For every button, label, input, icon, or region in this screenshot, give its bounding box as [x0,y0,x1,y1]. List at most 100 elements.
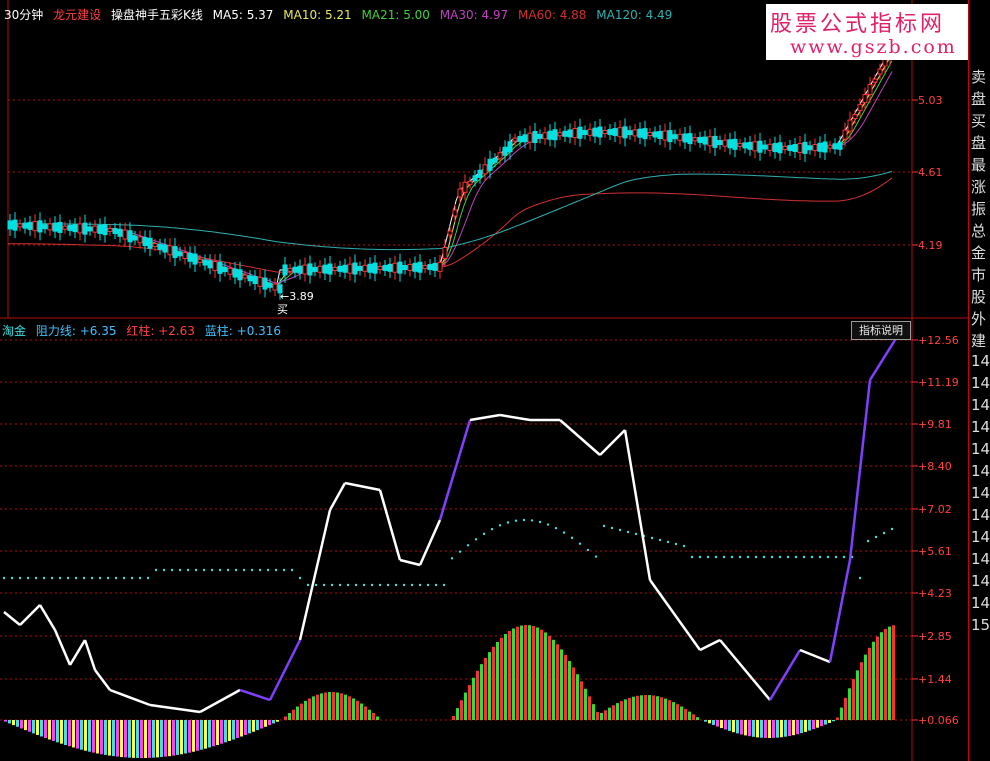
candle-body [527,132,533,143]
resistance-dot [538,520,542,524]
histogram-bar [304,700,307,720]
resistance-dot [250,568,254,572]
resistance-dot [18,576,22,580]
resistance-dot [546,523,550,526]
candle-body [592,127,598,137]
histogram-bar [344,694,347,720]
candle-body [682,133,688,143]
candle-body [317,265,323,273]
histogram-bar [484,657,487,720]
chart-canvas[interactable]: 5.03 4.61 4.19 +12.56 +11.19 +9.81 +8.40 +7.02 +… [0,0,990,761]
candle-body [477,169,483,178]
side-panel-label: 外 [971,310,987,328]
resistance-dot [754,555,758,559]
indicator-main-line [599,429,626,456]
indicator-title[interactable]: 淘金 [2,324,26,338]
resistance-dot [162,568,166,572]
resistance-dot [442,583,446,587]
candle-body [42,224,48,230]
candle-body [792,143,798,152]
histogram-bar [8,720,11,724]
indicator-main-line [3,611,21,626]
side-panel-label: 盘 [971,134,987,152]
histogram-bar [776,720,779,738]
candle-body [787,144,793,151]
histogram-bar [492,646,495,720]
histogram-bar [320,693,323,720]
histogram-bar [244,720,247,735]
histogram-bar [316,694,319,720]
histogram-bar [224,720,227,743]
indicator-tick-label: +11.19 [918,376,959,389]
histogram-bar [744,720,747,736]
candle-body [352,262,358,275]
resistance-dot [778,555,782,559]
candle-body [517,135,523,142]
side-panel-label: 最 [971,156,987,174]
histogram-bar [812,720,815,730]
candle-body [297,265,303,274]
histogram-bar [688,711,691,720]
indicator-main-line [768,649,802,701]
histogram-bar [520,625,523,720]
indicator-main-line [623,429,652,581]
candle-body [47,223,53,231]
histogram-bar [816,720,819,728]
resistance-dot [658,538,662,542]
histogram-bar [256,720,259,731]
histogram-bar [532,626,535,720]
indicator-name[interactable]: 操盘神手五彩K线 [111,8,203,22]
candle-body [322,264,328,274]
histogram-bar [592,704,595,720]
indicator-tick-label: +2.85 [918,630,952,643]
histogram-bar [536,627,539,720]
histogram-bar [328,692,331,720]
candle-body [362,264,368,272]
histogram-bar [872,641,875,720]
indicator-help-button[interactable]: 指标说明 [851,321,911,340]
resistance-dot [730,555,734,559]
indicator-main-line [199,688,241,714]
indicator-tick-label: +1.44 [918,673,952,686]
histogram-bar [632,696,635,720]
side-panel-label: 股 [971,288,987,306]
candle-body [312,266,318,272]
histogram-bar [668,700,671,720]
histogram-bar [20,720,23,729]
histogram-bar [112,720,115,757]
candle-body [802,141,808,154]
stock-chart-window[interactable]: 5.03 4.61 4.19 +12.56 +11.19 +9.81 +8.40 +7.02 +… [0,0,990,761]
histogram-bar [764,720,767,738]
resistance-dot [562,531,566,534]
candle-body [307,263,313,276]
period-label[interactable]: 30分钟 [4,8,43,22]
candle-body [637,128,643,138]
resistance-dot [26,576,30,580]
resistance-dot [258,568,262,572]
candle-body [832,143,838,150]
candle-body [177,251,183,257]
histogram-bar [808,720,811,731]
histogram-bar [524,625,527,720]
histogram-bar [376,716,379,720]
candle-body [827,144,833,149]
candle-body [657,131,663,140]
candle-body [537,133,543,139]
histogram-bar [732,720,735,733]
candle-body [237,269,243,281]
resistance-dot [66,576,70,580]
candle-body [22,222,28,229]
stock-name[interactable]: 龙元建设 [53,8,101,22]
candle-body [572,128,578,139]
histogram-bar [892,625,895,720]
histogram-bar [840,707,843,720]
histogram-bar [756,720,759,738]
resistance-dot [10,576,14,580]
histogram-bar [736,720,739,734]
histogram-bar [884,628,887,720]
price-tick-label: 4.61 [918,166,943,179]
candle-body [672,134,678,140]
histogram-bar [832,720,835,722]
indicator-main-line [418,519,442,566]
resistance-dot [226,568,230,572]
